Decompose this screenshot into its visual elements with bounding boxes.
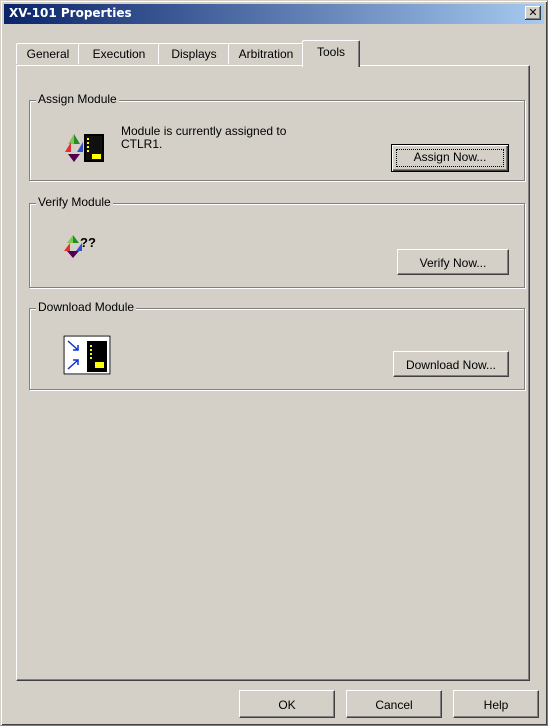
window-title: XV-101 Properties [9,6,132,20]
title-bar[interactable]: XV-101 Properties ✕ [4,4,544,24]
properties-dialog: XV-101 Properties ✕ General Execution Di… [0,0,548,726]
close-button[interactable]: ✕ [525,6,541,20]
verify-now-button[interactable]: Verify Now... [397,249,509,275]
cancel-button[interactable]: Cancel [346,690,442,718]
close-icon: ✕ [528,6,538,19]
assign-status-line2: CTLR1. [121,137,163,151]
assign-module-label: Assign Module [36,92,119,106]
assign-module-icon [65,134,104,162]
assign-status-message: Module is currently assigned to CTLR1. [121,125,286,151]
help-button[interactable]: Help [453,690,539,718]
tab-general[interactable]: General [16,43,80,64]
verify-module-label: Verify Module [36,195,113,209]
tab-execution[interactable]: Execution [78,43,160,64]
tab-arbitration[interactable]: Arbitration [228,43,304,64]
download-module-label: Download Module [36,300,137,314]
assign-now-label: Assign Now... [396,149,504,167]
ok-button[interactable]: OK [239,690,335,718]
tab-tools[interactable]: Tools [302,40,360,67]
download-now-button[interactable]: Download Now... [393,351,509,377]
assign-now-button[interactable]: Assign Now... [391,144,509,172]
download-module-icon [63,335,111,375]
tab-displays[interactable]: Displays [158,43,230,64]
verify-status-text: ?? [80,235,96,250]
